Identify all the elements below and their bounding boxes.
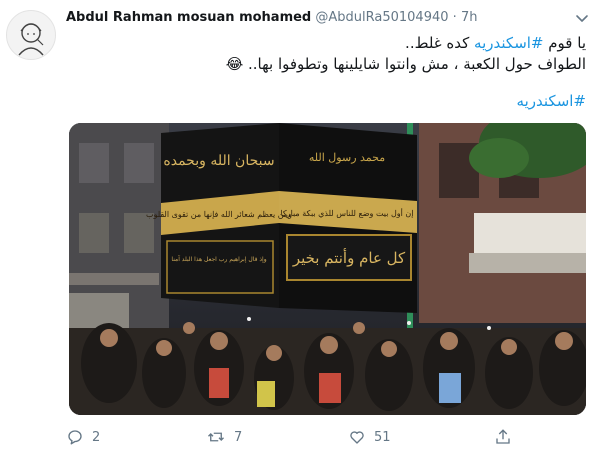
cloth-text: كل عام وأنتم بخير	[292, 248, 406, 267]
hashtag-link[interactable]: #اسكندريه	[517, 92, 586, 110]
retweet-icon	[208, 432, 224, 442]
retweet-button[interactable]: 7	[206, 428, 242, 446]
like-icon	[350, 431, 364, 444]
cloth-text: ومن يعظم شعائر الله فإنها من تقوى القلوب	[146, 210, 292, 219]
like-button[interactable]: 51	[348, 428, 391, 446]
street-procession-photo: سبحان الله وبحمده محمد رسول الله ومن يعظ…	[69, 123, 586, 415]
share-icon	[496, 429, 510, 444]
cloth-text: إن أول بيت وضع للناس للذي ببكة مباركا	[280, 207, 413, 218]
like-count: 51	[374, 429, 391, 445]
hashtag-link[interactable]: #اسكندريه	[474, 34, 543, 52]
separator-dot: ·	[452, 10, 457, 25]
avatar-sketch	[18, 23, 44, 56]
cloth-text: سبحان الله وبحمده	[163, 153, 274, 169]
cloth-text: وإذ قال إبراهيم رب اجعل هذا البلد آمنا	[171, 255, 266, 263]
share-button[interactable]	[494, 428, 512, 446]
reply-count: 2	[92, 429, 101, 445]
reply-button[interactable]: 2	[66, 428, 100, 446]
laughing-emoji-icon: 😂	[225, 55, 244, 73]
cloth-text: محمد رسول الله	[309, 151, 385, 164]
tweet-actions: 2 7 51	[66, 428, 586, 448]
text-body: الطواف حول الكعبة ، مش وانتوا شايلينها و…	[248, 55, 586, 73]
retweet-count: 7	[234, 429, 243, 445]
avatar[interactable]	[6, 10, 56, 60]
tweet-time[interactable]: 7h	[461, 10, 478, 25]
text-suffix: كده غلط..	[405, 34, 475, 52]
text-prefix: يا قوم	[543, 34, 586, 52]
tweet-text-line3: #اسكندريه	[66, 91, 586, 111]
author-name[interactable]: Abdul Rahman mosuan mohamed	[66, 10, 311, 25]
tweet-text-line1: يا قوم #اسكندريه كده غلط..	[66, 33, 586, 53]
author-handle[interactable]: @AbdulRa50104940	[315, 10, 448, 25]
reply-icon	[68, 430, 82, 445]
chevron-down-icon[interactable]	[574, 10, 590, 26]
tweet-text-line2: الطواف حول الكعبة ، مش وانتوا شايلينها و…	[66, 54, 586, 74]
tweet-header: Abdul Rahman mosuan mohamed @AbdulRa5010…	[66, 10, 477, 25]
tweet-photo[interactable]: سبحان الله وبحمده محمد رسول الله ومن يعظ…	[69, 123, 586, 415]
